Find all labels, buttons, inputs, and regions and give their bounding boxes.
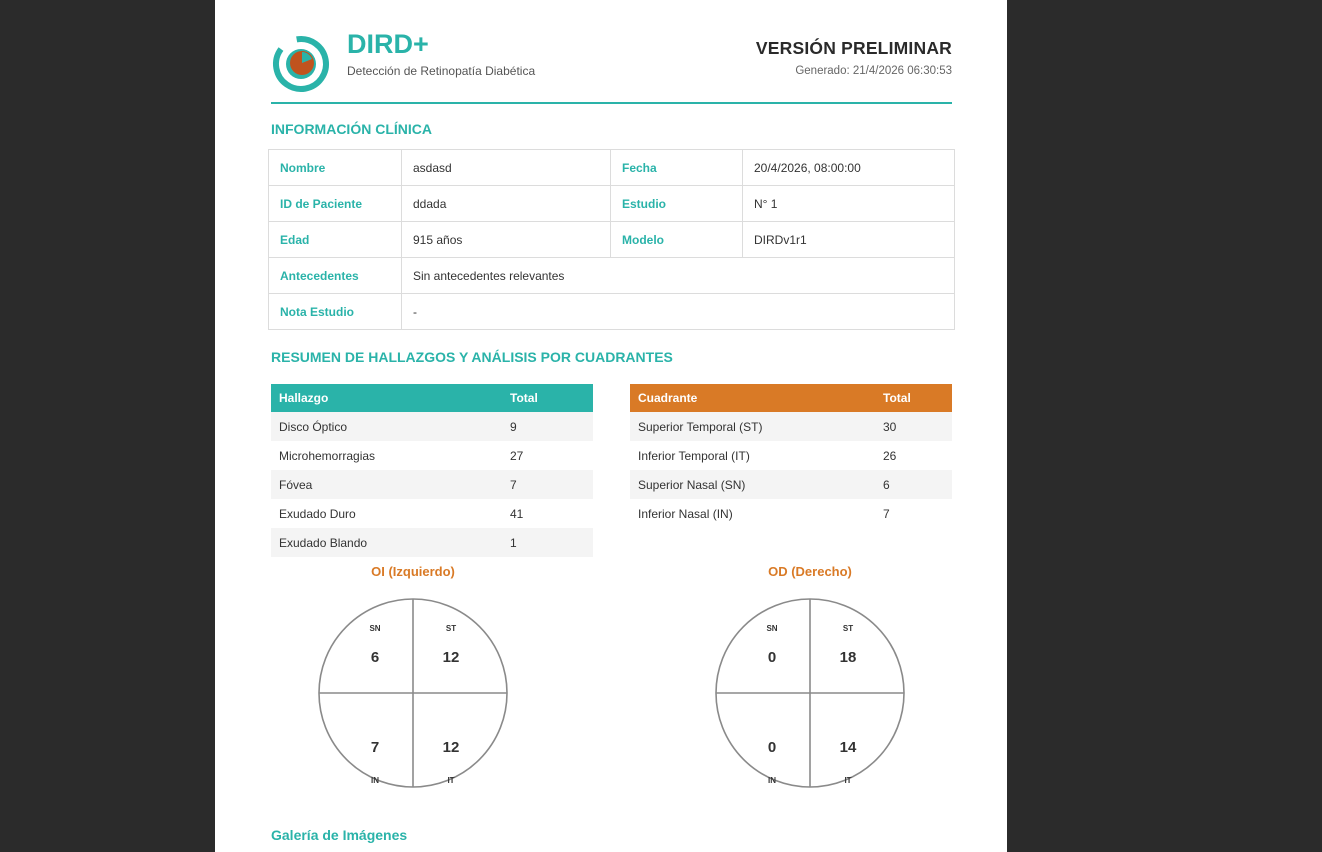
modelo-value: DIRDv1r1 — [742, 221, 955, 258]
fecha-value: 20/4/2026, 08:00:00 — [742, 149, 955, 186]
finding-name: Microhemorragias — [271, 441, 502, 470]
quadrant-name: Superior Nasal (SN) — [630, 470, 875, 499]
gallery-title: Galería de Imágenes — [271, 827, 408, 843]
right-it-label: IT — [844, 776, 851, 785]
table-row: Superior Nasal (SN) 6 — [630, 470, 952, 499]
table-row: Fóvea 7 — [271, 470, 593, 499]
nombre-label: Nombre — [268, 149, 402, 186]
right-sn-value: 0 — [768, 649, 776, 666]
antecedentes-value: Sin antecedentes relevantes — [401, 257, 955, 294]
brand-name: DIRD+ — [347, 29, 429, 59]
nota-value: - — [401, 293, 955, 330]
table-row: Inferior Temporal (IT) 26 — [630, 441, 952, 470]
findings-header-total: Total — [502, 384, 593, 412]
generated-timestamp: Generado: 21/4/2026 06:30:53 — [795, 65, 952, 77]
finding-total: 41 — [502, 499, 593, 528]
right-eye-quadrant-circle: SN ST 0 18 0 14 IN IT — [715, 598, 905, 788]
quadrants-header-name: Cuadrante — [630, 384, 875, 412]
antecedentes-label: Antecedentes — [268, 257, 402, 294]
table-row: Inferior Nasal (IN) 7 — [630, 499, 952, 528]
findings-header-name: Hallazgo — [271, 384, 502, 412]
nota-label: Nota Estudio — [268, 293, 402, 330]
left-st-value: 12 — [443, 649, 460, 666]
left-it-value: 12 — [443, 739, 460, 756]
table-row: Nota Estudio - — [268, 293, 955, 330]
left-eye-title: OI (Izquierdo) — [371, 564, 455, 579]
version-label: VERSIÓN PRELIMINAR — [755, 38, 952, 58]
quadrant-name: Inferior Nasal (IN) — [630, 499, 875, 528]
findings-table: Hallazgo Total Disco Óptico 9 Microhemorr… — [271, 384, 593, 557]
right-eye-title: OD (Derecho) — [768, 564, 852, 579]
clinical-info-title: INFORMACIÓN CLÍNICA — [271, 121, 432, 137]
finding-total: 27 — [502, 441, 593, 470]
table-row: Exudado Duro 41 — [271, 499, 593, 528]
left-in-label: IN — [371, 776, 379, 785]
right-eye-diagram: OD (Derecho) SN ST 0 18 0 14 IN IT — [710, 564, 910, 790]
report-header: DIRD+ Detección de Retinopatía Diabética… — [271, 28, 952, 104]
left-eye-diagram: OI (Izquierdo) SN ST 6 12 7 12 IN IT — [313, 564, 513, 790]
left-sn-label: SN — [369, 624, 380, 633]
edad-label: Edad — [268, 221, 402, 258]
finding-name: Disco Óptico — [271, 412, 502, 441]
right-st-label: ST — [843, 624, 853, 633]
right-st-value: 18 — [840, 649, 857, 666]
finding-name: Exudado Duro — [271, 499, 502, 528]
table-row: Superior Temporal (ST) 30 — [630, 412, 952, 441]
quadrant-total: 30 — [875, 412, 952, 441]
left-eye-quadrant-circle: SN ST 6 12 7 12 IN IT — [318, 598, 508, 788]
finding-total: 1 — [502, 528, 593, 557]
edad-value: 915 años — [401, 221, 611, 258]
brand-subtitle: Detección de Retinopatía Diabética — [347, 64, 536, 78]
report-page: DIRD+ Detección de Retinopatía Diabética… — [215, 0, 1007, 852]
quadrant-name: Inferior Temporal (IT) — [630, 441, 875, 470]
table-row: ID de Paciente ddada Estudio N° 1 — [268, 185, 955, 222]
finding-name: Exudado Blando — [271, 528, 502, 557]
finding-name: Fóvea — [271, 470, 502, 499]
modelo-label: Modelo — [610, 221, 743, 258]
right-it-value: 14 — [840, 739, 857, 756]
quadrant-total: 26 — [875, 441, 952, 470]
right-in-label: IN — [768, 776, 776, 785]
table-row: Edad 915 años Modelo DIRDv1r1 — [268, 221, 955, 258]
quadrants-table: Cuadrante Total Superior Temporal (ST) 30… — [630, 384, 952, 528]
eye-logo-icon — [273, 36, 329, 92]
fecha-label: Fecha — [610, 149, 743, 186]
patient-id-label: ID de Paciente — [268, 185, 402, 222]
table-row: Nombre asdasd Fecha 20/4/2026, 08:00:00 — [268, 149, 955, 186]
quadrants-header-total: Total — [875, 384, 952, 412]
finding-total: 9 — [502, 412, 593, 441]
header-divider — [271, 102, 952, 104]
table-row: Disco Óptico 9 — [271, 412, 593, 441]
left-sn-value: 6 — [371, 649, 379, 666]
estudio-value: N° 1 — [742, 185, 955, 222]
table-row: Antecedentes Sin antecedentes relevantes — [268, 257, 955, 294]
table-row: Microhemorragias 27 — [271, 441, 593, 470]
quadrant-name: Superior Temporal (ST) — [630, 412, 875, 441]
quadrant-total: 7 — [875, 499, 952, 528]
left-it-label: IT — [447, 776, 454, 785]
nombre-value: asdasd — [401, 149, 611, 186]
patient-id-value: ddada — [401, 185, 611, 222]
right-sn-label: SN — [766, 624, 777, 633]
quadrant-total: 6 — [875, 470, 952, 499]
estudio-label: Estudio — [610, 185, 743, 222]
clinical-info-table: Nombre asdasd Fecha 20/4/2026, 08:00:00 … — [268, 149, 955, 330]
finding-total: 7 — [502, 470, 593, 499]
table-row: Exudado Blando 1 — [271, 528, 593, 557]
summary-title: RESUMEN DE HALLAZGOS Y ANÁLISIS POR CUAD… — [271, 349, 673, 365]
left-st-label: ST — [446, 624, 456, 633]
left-in-value: 7 — [371, 739, 379, 756]
right-in-value: 0 — [768, 739, 776, 756]
